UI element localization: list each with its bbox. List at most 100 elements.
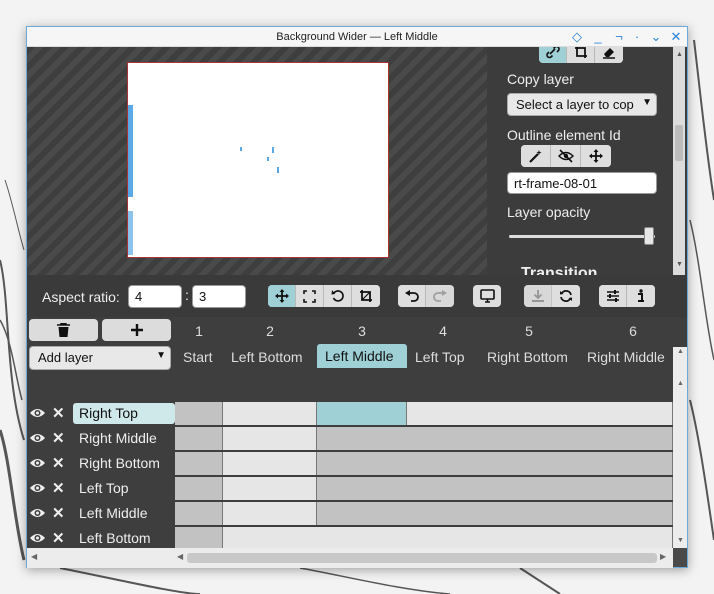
- frame-cell[interactable]: [223, 502, 317, 525]
- layer-row[interactable]: ✕ Left Bottom: [27, 526, 687, 548]
- copy-layer-select-value: Select a layer to cop: [516, 97, 634, 112]
- opacity-slider-thumb[interactable]: [644, 227, 655, 245]
- frame-name-4[interactable]: Left Top: [415, 349, 465, 365]
- scroll-right-icon[interactable]: ▶: [660, 552, 666, 561]
- crop-icon[interactable]: [567, 47, 595, 63]
- frame-cell[interactable]: [175, 427, 223, 450]
- layer-name[interactable]: Right Top: [73, 403, 175, 424]
- transform-tools-group: [268, 285, 380, 307]
- add-layer-select[interactable]: Add layer ▼: [29, 346, 171, 370]
- layer-row[interactable]: ✕ Right Middle: [27, 426, 687, 451]
- timeline-horizontal-scrollbar[interactable]: ◀ ◀ ▶: [27, 548, 673, 568]
- layer-row[interactable]: ✕ Right Bottom: [27, 451, 687, 476]
- eye-icon[interactable]: [29, 406, 46, 424]
- opacity-slider-track[interactable]: [509, 235, 655, 238]
- scroll-left-icon[interactable]: ◀: [31, 552, 37, 561]
- frame-cell[interactable]: [175, 502, 223, 525]
- scroll-down-icon[interactable]: ▼: [677, 537, 684, 544]
- scroll-left-icon[interactable]: ◀: [177, 552, 183, 561]
- frame-cell[interactable]: [223, 427, 317, 450]
- remove-layer-icon[interactable]: ✕: [52, 529, 65, 547]
- refresh-icon[interactable]: [552, 285, 580, 307]
- outline-element-id-input[interactable]: [507, 172, 657, 194]
- frame-name-1[interactable]: Start: [183, 349, 213, 365]
- frame-name-6[interactable]: Right Middle: [587, 349, 665, 365]
- timeline-vertical-scrollbar[interactable]: ▲ ▲ ▼: [673, 347, 687, 548]
- panel-scroll-thumb[interactable]: [675, 125, 683, 161]
- eraser-icon[interactable]: [595, 47, 623, 63]
- add-frame-button[interactable]: [102, 319, 171, 341]
- frame-cell[interactable]: [407, 402, 673, 425]
- scroll-up-icon[interactable]: ▲: [677, 380, 684, 387]
- layer-name[interactable]: Left Bottom: [73, 528, 157, 548]
- sliders-icon[interactable]: [599, 285, 627, 307]
- preview-mark: [272, 147, 274, 153]
- frame-cell[interactable]: [175, 402, 223, 425]
- left-bottom-layer-preview: [128, 211, 133, 255]
- frame-name-3[interactable]: Left Middle: [317, 344, 407, 368]
- close-icon[interactable]: ✕: [668, 29, 684, 45]
- layer-name[interactable]: Left Top: [73, 478, 135, 499]
- app-window: Background Wider — Left Middle ◇ _ ¬ · ⌄…: [26, 26, 688, 568]
- redo-icon[interactable]: [426, 285, 454, 307]
- delete-layer-button[interactable]: [29, 319, 98, 341]
- aspect-height-input[interactable]: [192, 285, 246, 308]
- frame-cell[interactable]: [317, 402, 407, 425]
- eye-icon[interactable]: [29, 531, 46, 548]
- remove-layer-icon[interactable]: ✕: [52, 404, 65, 422]
- rotate-icon[interactable]: [324, 285, 352, 307]
- move-icon[interactable]: [581, 145, 611, 167]
- fullscreen-icon[interactable]: [296, 285, 324, 307]
- frame-cell[interactable]: [317, 502, 673, 525]
- layer-name[interactable]: Right Middle: [73, 428, 163, 449]
- remove-layer-icon[interactable]: ✕: [52, 479, 65, 497]
- panel-vertical-scrollbar[interactable]: ▲ ▼: [673, 47, 685, 275]
- frame-cell[interactable]: [223, 477, 317, 500]
- info-icon[interactable]: [627, 285, 655, 307]
- frame-cell[interactable]: [223, 402, 317, 425]
- remove-layer-icon[interactable]: ✕: [52, 504, 65, 522]
- scroll-up-icon[interactable]: ▲: [676, 51, 683, 58]
- frame-cell[interactable]: [317, 427, 673, 450]
- remove-layer-icon[interactable]: ✕: [52, 429, 65, 447]
- copy-layer-select[interactable]: Select a layer to cop ▼: [507, 93, 657, 116]
- eye-icon[interactable]: [29, 506, 46, 524]
- undo-icon[interactable]: [398, 285, 426, 307]
- horizontal-scroll-thumb[interactable]: [187, 553, 657, 563]
- remove-layer-icon[interactable]: ✕: [52, 454, 65, 472]
- layer-row[interactable]: ✕ Left Middle: [27, 501, 687, 526]
- eye-icon[interactable]: [29, 431, 46, 449]
- monitor-icon[interactable]: [473, 285, 501, 307]
- magic-wand-icon[interactable]: [521, 145, 551, 167]
- minimize-icon[interactable]: _: [590, 29, 606, 45]
- preview-frame[interactable]: [127, 62, 389, 258]
- maximize-icon[interactable]: ¬: [611, 29, 627, 45]
- eye-slash-icon[interactable]: [551, 145, 581, 167]
- layer-name[interactable]: Left Middle: [73, 503, 153, 524]
- download-icon[interactable]: [524, 285, 552, 307]
- link-icon[interactable]: [539, 47, 567, 63]
- eye-icon[interactable]: [29, 481, 46, 499]
- crop-tool-icon[interactable]: [352, 285, 380, 307]
- layer-name[interactable]: Right Bottom: [73, 453, 166, 474]
- frame-cell[interactable]: [223, 452, 317, 475]
- chevron-down-icon[interactable]: ⌄: [648, 29, 664, 45]
- layer-row[interactable]: ✕ Right Top: [27, 401, 687, 426]
- move-tool-icon[interactable]: [268, 285, 296, 307]
- scroll-down-icon[interactable]: ▼: [676, 261, 683, 268]
- frame-name-5[interactable]: Right Bottom: [487, 349, 568, 365]
- frame-cell[interactable]: [175, 477, 223, 500]
- frame-cell[interactable]: [317, 452, 673, 475]
- frame-name-2[interactable]: Left Bottom: [231, 349, 303, 365]
- frame-cell[interactable]: [317, 477, 673, 500]
- dot-icon[interactable]: ·: [629, 29, 645, 45]
- frame-cell[interactable]: [175, 527, 223, 548]
- frame-cell[interactable]: [223, 527, 673, 548]
- frame-cell[interactable]: [175, 452, 223, 475]
- aspect-width-input[interactable]: [128, 285, 182, 308]
- layer-row[interactable]: ✕ Left Top: [27, 476, 687, 501]
- eye-icon[interactable]: [29, 456, 46, 474]
- diamond-icon[interactable]: ◇: [569, 29, 585, 45]
- scroll-up-icon[interactable]: ▲: [677, 348, 684, 355]
- preview-mark: [240, 147, 242, 151]
